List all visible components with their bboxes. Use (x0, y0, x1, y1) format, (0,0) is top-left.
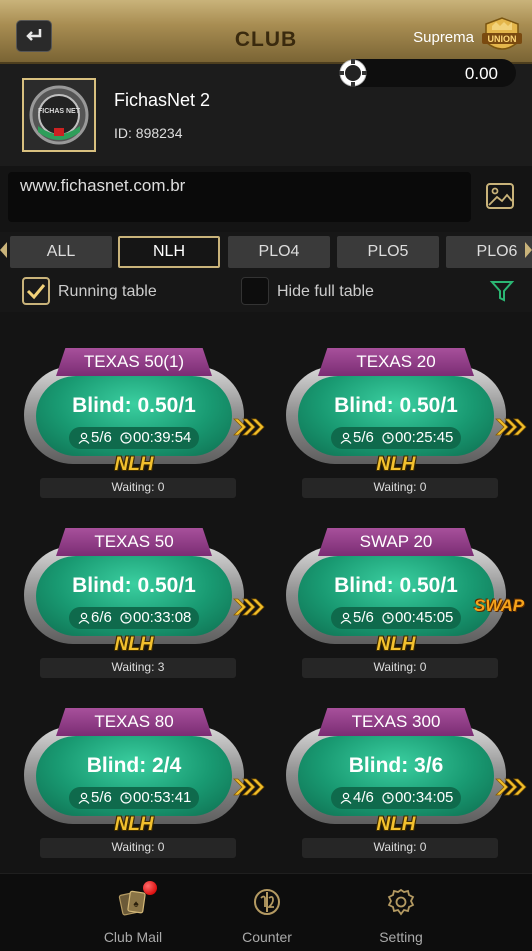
filter-icon[interactable] (489, 278, 515, 304)
table-time: 00:34:05 (395, 789, 454, 806)
table-blind: Blind: 0.50/1 (72, 574, 196, 597)
clock-icon (382, 432, 394, 444)
nav-counter[interactable]: Counter (217, 873, 317, 951)
header-bar: CLUB Suprema UNION (0, 0, 532, 64)
game-type-badge: NLH (114, 454, 154, 475)
table-card[interactable]: TEXAS 20 Blind: 0.50/1 5/6 00:25:45 NLH … (286, 348, 528, 508)
table-blind: Blind: 2/4 (86, 754, 182, 777)
table-blind: Blind: 0.50/1 (334, 394, 458, 417)
chip-icon (339, 59, 367, 87)
table-card[interactable]: TEXAS 300 Blind: 3/6 4/6 00:34:05 NLH Wa… (286, 708, 528, 868)
swap-badge: SWAP (474, 596, 525, 615)
person-icon (78, 612, 90, 624)
union-logo-text: UNION (488, 34, 517, 44)
join-arrows-icon[interactable] (494, 416, 528, 438)
table-name: TEXAS 20 (318, 348, 474, 376)
tab-plo4[interactable]: PLO4 (228, 236, 330, 268)
table-seats: 5/6 (91, 429, 112, 446)
fichasnet-logo-icon: FICHAS NET (24, 80, 94, 150)
waiting-count: Waiting: 0 (373, 480, 427, 494)
clock-icon (120, 612, 132, 624)
tab-nlh[interactable]: NLH (118, 236, 220, 268)
table-name: TEXAS 50(1) (56, 348, 212, 376)
checkmark-icon (26, 284, 46, 300)
person-icon (340, 432, 352, 444)
nav-label-club-mail: Club Mail (103, 929, 163, 945)
table-seats: 6/6 (91, 609, 112, 626)
gear-icon (387, 888, 415, 916)
running-table-label: Running table (58, 283, 157, 300)
hide-full-table-checkbox[interactable] (241, 277, 269, 305)
club-id: ID: 898234 (114, 125, 183, 141)
clock-icon (382, 792, 394, 804)
table-card[interactable]: TEXAS 80 Blind: 2/4 5/6 00:53:41 NLH Wai… (24, 708, 266, 868)
nav-label-setting: Setting (379, 929, 423, 945)
table-name: SWAP 20 (318, 528, 474, 556)
person-icon (340, 612, 352, 624)
avatar-logo-text: FICHAS NET (38, 108, 81, 115)
nav-setting[interactable]: Setting (351, 873, 451, 951)
svg-text:♠: ♠ (133, 899, 139, 910)
table-blind: Blind: 0.50/1 (72, 394, 196, 417)
club-name: FichasNet 2 (114, 90, 211, 110)
tab-plo6[interactable]: PLO6 (446, 236, 532, 268)
table-time: 00:33:08 (133, 609, 192, 626)
game-type-badge: NLH (376, 814, 416, 835)
counter-icon (254, 889, 280, 915)
table-time: 00:53:41 (133, 789, 192, 806)
union-name: Suprema (413, 29, 474, 46)
person-icon (78, 792, 90, 804)
club-avatar[interactable]: FICHAS NET (22, 78, 96, 152)
clock-icon (120, 792, 132, 804)
game-type-badge: NLH (114, 814, 154, 835)
table-card[interactable]: TEXAS 50 Blind: 0.50/1 6/6 00:33:08 NLH … (24, 528, 266, 688)
tabs-scroll-left-icon[interactable] (0, 242, 7, 258)
nav-label-counter: Counter (242, 929, 292, 945)
table-name: TEXAS 300 (318, 708, 474, 736)
table-seats: 5/6 (91, 789, 112, 806)
person-icon (78, 432, 90, 444)
table-seats: 5/6 (353, 429, 374, 446)
waiting-count: Waiting: 0 (111, 840, 165, 854)
waiting-count: Waiting: 0 (373, 840, 427, 854)
table-time: 00:39:54 (133, 429, 192, 446)
waiting-count: Waiting: 3 (111, 660, 165, 674)
join-arrows-icon[interactable] (232, 416, 266, 438)
tab-plo5[interactable]: PLO5 (337, 236, 439, 268)
hide-full-table-label: Hide full table (277, 283, 374, 300)
game-type-badge: NLH (114, 634, 154, 655)
clock-icon (382, 612, 394, 624)
clock-icon (120, 432, 132, 444)
table-card[interactable]: TEXAS 50(1) Blind: 0.50/1 5/6 00:39:54 N… (24, 348, 266, 508)
union-logo-icon: UNION (482, 17, 522, 50)
notification-badge (143, 881, 157, 895)
join-arrows-icon[interactable] (232, 776, 266, 798)
table-name: TEXAS 50 (56, 528, 212, 556)
table-card[interactable]: SWAP 20 Blind: 0.50/1 5/6 00:45:05 NLH S… (286, 528, 526, 688)
nav-club-mail[interactable]: ♠ Club Mail (83, 873, 183, 951)
running-table-checkbox[interactable] (22, 277, 50, 305)
person-icon (340, 792, 352, 804)
join-arrows-icon[interactable] (232, 596, 266, 618)
tab-all[interactable]: ALL (10, 236, 112, 268)
table-name: TEXAS 80 (56, 708, 212, 736)
table-blind: Blind: 3/6 (348, 754, 444, 777)
game-type-badge: NLH (376, 454, 416, 475)
balance-value: 0.00 (464, 64, 498, 83)
waiting-count: Waiting: 0 (111, 480, 165, 494)
table-time: 00:45:05 (395, 609, 454, 626)
waiting-count: Waiting: 0 (373, 660, 427, 674)
notice-text: www.fichasnet.com.br (20, 176, 186, 195)
game-type-badge: NLH (376, 634, 416, 655)
table-seats: 4/6 (353, 789, 374, 806)
join-arrows-icon[interactable] (494, 776, 528, 798)
table-seats: 5/6 (353, 609, 374, 626)
image-icon[interactable] (484, 180, 516, 212)
tabs-scroll-right-icon[interactable] (525, 242, 532, 258)
table-time: 00:25:45 (395, 429, 454, 446)
table-blind: Blind: 0.50/1 (334, 574, 458, 597)
